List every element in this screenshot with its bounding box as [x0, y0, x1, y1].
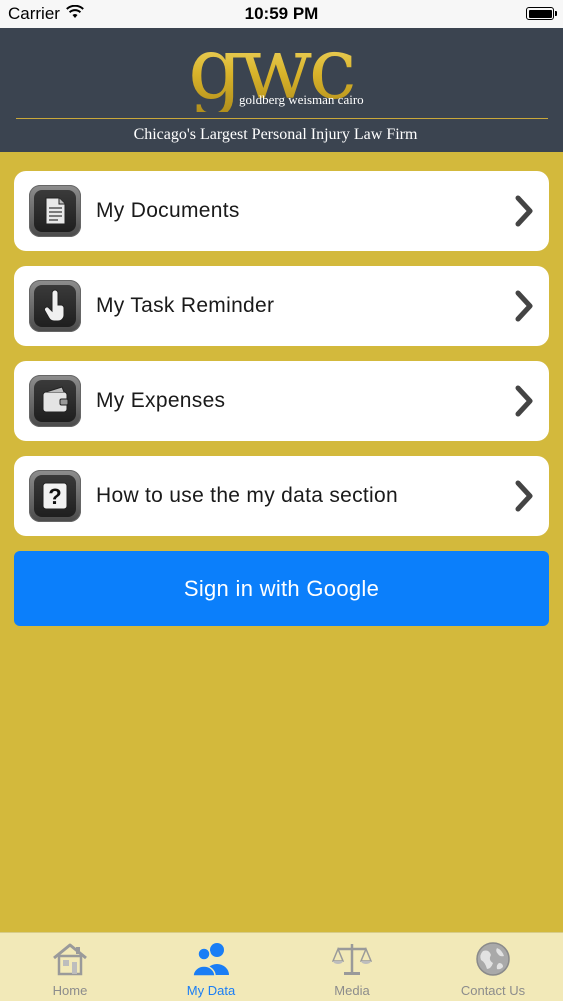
menu-item-label: My Expenses [96, 389, 226, 412]
users-icon [192, 943, 229, 977]
menu-item-label: My Documents [96, 199, 240, 222]
menu-item-label: How to use the my data section [96, 484, 398, 507]
menu-item-label: My Task Reminder [96, 294, 275, 317]
tab-media[interactable]: Media [282, 933, 422, 1001]
tab-label: Contact Us [460, 983, 526, 998]
battery-icon [526, 7, 557, 20]
chevron-right-icon [515, 290, 533, 322]
menu-item-how-to-use[interactable]: ? How to use the my data section [14, 456, 549, 536]
tab-label: My Data [186, 983, 236, 998]
logo-subtitle: goldberg weisman cairo [239, 92, 364, 107]
menu-item-my-task-reminder[interactable]: My Task Reminder [14, 266, 549, 346]
header-tagline: Chicago's Largest Personal Injury Law Fi… [133, 126, 418, 143]
globe-icon [476, 942, 510, 976]
chevron-right-icon [515, 385, 533, 417]
svg-text:?: ? [48, 484, 61, 509]
chevron-right-icon [515, 195, 533, 227]
header-divider [16, 118, 548, 119]
scales-icon [332, 944, 372, 975]
tab-bar: Home My Data Media Contact Us [0, 932, 563, 1001]
tab-label: Home [52, 983, 88, 998]
document-icon [29, 185, 81, 237]
tab-label: Media [334, 983, 370, 998]
tab-my-data[interactable]: My Data [141, 933, 281, 1001]
menu-item-my-documents[interactable]: My Documents [14, 171, 549, 251]
tab-contact-us[interactable]: Contact Us [423, 933, 563, 1001]
home-icon [53, 943, 87, 976]
app-header: gwc goldberg weisman cairo Chicago's Lar… [0, 26, 563, 152]
menu-item-my-expenses[interactable]: My Expenses [14, 361, 549, 441]
help-icon: ? [29, 470, 81, 522]
tab-home[interactable]: Home [0, 933, 140, 1001]
touch-hand-icon [29, 280, 81, 332]
sign-in-with-google-button[interactable]: Sign in with Google [14, 551, 549, 626]
wallet-icon [29, 375, 81, 427]
chevron-right-icon [515, 480, 533, 512]
